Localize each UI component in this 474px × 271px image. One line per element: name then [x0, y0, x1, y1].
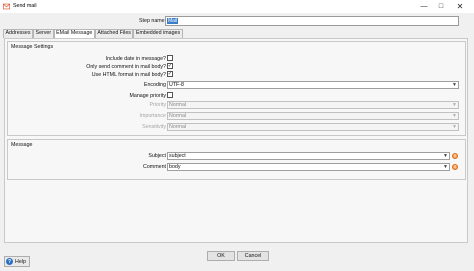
comment-value: body [169, 164, 181, 170]
manage-priority-label: Manage priority [129, 93, 166, 99]
step-name-input[interactable] [165, 16, 459, 26]
subject-field[interactable]: subject ▼ [167, 152, 450, 160]
maximize-button[interactable]: □ [434, 1, 448, 12]
send-mail-icon [3, 3, 10, 10]
cancel-button[interactable]: Cancel [237, 251, 269, 261]
minimize-button[interactable]: — [417, 1, 431, 12]
step-name-value[interactable]: Mail [167, 18, 179, 24]
subject-label: Subject [148, 153, 166, 159]
include-date-label: Include date in message? [105, 56, 166, 62]
priority-value: Normal [169, 102, 187, 108]
variable-warning-icon[interactable]: ! [452, 153, 458, 159]
help-icon: ? [6, 258, 13, 265]
comment-field[interactable]: body ▼ [167, 163, 450, 171]
ok-button[interactable]: OK [207, 251, 235, 261]
chevron-down-icon: ▼ [452, 102, 457, 108]
tab-bar: Addresses Server EMail Message Attached … [3, 29, 183, 39]
window-title: Send mail [13, 3, 37, 9]
only-comment-label: Only send comment in mail body? [86, 64, 166, 70]
sensitivity-label: Sensitivity [142, 124, 166, 130]
sensitivity-value: Normal [169, 124, 187, 130]
manage-priority-checkbox[interactable] [167, 92, 173, 98]
close-button[interactable]: ✕ [453, 1, 467, 12]
subject-value: subject [169, 153, 186, 159]
chevron-down-icon: ▼ [452, 82, 457, 88]
chevron-down-icon: ▼ [452, 124, 457, 130]
sensitivity-combo[interactable]: Normal ▼ [167, 123, 459, 131]
message-settings-title: Message Settings [11, 44, 54, 50]
priority-label: Priority [149, 102, 166, 108]
comment-label: Comment [143, 164, 166, 170]
tab-attached-files[interactable]: Attached Files [94, 29, 134, 38]
only-comment-checkbox[interactable] [167, 63, 173, 69]
chevron-down-icon: ▼ [443, 153, 448, 159]
title-bar [0, 0, 474, 13]
importance-combo[interactable]: Normal ▼ [167, 112, 459, 120]
help-label: Help [15, 258, 26, 265]
use-html-checkbox[interactable] [167, 71, 173, 77]
variable-warning-icon[interactable]: ! [452, 164, 458, 170]
step-name-label: Step name [139, 18, 165, 24]
importance-label: Importance [139, 113, 167, 119]
encoding-value: UTF-8 [169, 82, 185, 88]
priority-combo[interactable]: Normal ▼ [167, 101, 459, 109]
chevron-down-icon: ▼ [443, 164, 448, 170]
chevron-down-icon: ▼ [452, 113, 457, 119]
encoding-label: Encoding [143, 82, 166, 88]
tab-addresses[interactable]: Addresses [3, 29, 34, 38]
importance-value: Normal [169, 113, 187, 119]
tab-embedded-images[interactable]: Embedded images [133, 29, 183, 38]
tab-server[interactable]: Server [33, 29, 54, 38]
encoding-combo[interactable]: UTF-8 ▼ [167, 81, 459, 89]
include-date-checkbox[interactable] [167, 55, 173, 61]
message-title: Message [11, 142, 33, 148]
use-html-label: Use HTML format in mail body? [91, 72, 166, 78]
help-button[interactable]: ? Help [4, 256, 30, 267]
